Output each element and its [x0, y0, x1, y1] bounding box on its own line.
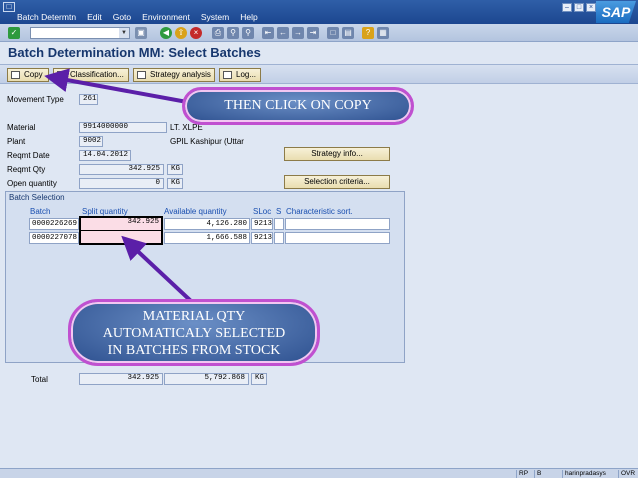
print-icon[interactable]: ⎙: [212, 27, 224, 39]
plant-field: 9002: [79, 136, 103, 147]
movement-type-field: 261: [79, 94, 98, 105]
strategy-analysis-button[interactable]: Strategy analysis: [133, 68, 215, 82]
menu-system[interactable]: System: [201, 12, 229, 22]
split-quantity-input[interactable]: [79, 231, 163, 245]
total-available-quantity: 5,792.868: [164, 373, 249, 385]
strategy-icon: [137, 71, 146, 79]
reqmt-date-label: Reqmt Date: [7, 151, 50, 160]
split-quantity-input[interactable]: 342.925: [79, 216, 163, 232]
strategy-info-button[interactable]: Strategy info...: [284, 147, 390, 161]
qty-hint-callout: MATERIAL QTY AUTOMATICALY SELECTED IN BA…: [68, 299, 320, 366]
shortcut-icon[interactable]: ▤: [342, 27, 354, 39]
total-label: Total: [31, 375, 48, 384]
window-controls: – □ ×: [562, 3, 596, 12]
command-field[interactable]: ▼: [30, 27, 130, 39]
menu-items: Batch Determtn Edit Goto Environment Sys…: [17, 12, 258, 22]
batch-selection-title: Batch Selection: [9, 193, 65, 202]
plant-label: Plant: [7, 137, 26, 146]
characteristic-sort-cell: [285, 218, 390, 230]
layout-menu-icon[interactable]: ▦: [377, 27, 389, 39]
sloc-cell: 9213: [251, 232, 273, 244]
help-icon[interactable]: ?: [362, 27, 374, 39]
save-icon[interactable]: ▣: [135, 27, 147, 39]
minimize-icon[interactable]: –: [562, 3, 572, 12]
plant-description: GPIL Kashipur (Uttar: [170, 137, 244, 146]
movement-type-label: Movement Type: [7, 95, 64, 104]
total-split-quantity: 342.925: [79, 373, 163, 385]
reqmt-qty-field: 342.925: [79, 164, 164, 175]
maximize-icon[interactable]: □: [574, 3, 584, 12]
selection-criteria-button[interactable]: Selection criteria...: [284, 175, 390, 189]
menu-edit[interactable]: Edit: [87, 12, 102, 22]
menu-help[interactable]: Help: [240, 12, 257, 22]
copy-button-label: Copy: [24, 70, 43, 79]
total-unit: KG: [251, 373, 267, 385]
exit-icon[interactable]: ⇧: [175, 27, 187, 39]
column-header-sloc[interactable]: SLoc: [253, 207, 271, 216]
last-page-icon[interactable]: ⇥: [307, 27, 319, 39]
column-header-s[interactable]: S: [276, 207, 281, 216]
status-bar: RP B harinpradasys OVR: [0, 468, 638, 478]
column-header-split-quantity[interactable]: Split quantity: [82, 207, 128, 216]
page-title: Batch Determination MM: Select Batches: [8, 45, 261, 60]
column-header-available-quantity[interactable]: Available quantity: [164, 207, 227, 216]
batch-cell: 0000226269: [29, 218, 79, 230]
log-icon: [223, 71, 232, 79]
qty-hint-line-2: AUTOMATICALY SELECTED: [102, 326, 286, 341]
input-mode[interactable]: OVR: [618, 470, 637, 478]
menu-environment[interactable]: Environment: [142, 12, 190, 22]
user-id: harinpradasys: [562, 470, 608, 478]
system-menu-icon[interactable]: □: [3, 2, 15, 12]
close-icon[interactable]: ×: [586, 3, 596, 12]
first-page-icon[interactable]: ⇤: [262, 27, 274, 39]
log-button-label: Log...: [236, 70, 257, 79]
characteristic-sort-cell: [285, 232, 390, 244]
new-session-icon[interactable]: □: [327, 27, 339, 39]
log-button[interactable]: Log...: [219, 68, 261, 82]
standard-toolbar: ✓ ▼ ▣ ◀ ⇧ × ⎙ ⚲ ⚲ ⇤ ← → ⇥ □ ▤ ? ▦: [0, 24, 638, 42]
strategy-analysis-button-label: Strategy analysis: [150, 70, 211, 79]
reqmt-qty-label: Reqmt Qty: [7, 165, 46, 174]
batch-cell: 0000227078: [29, 232, 79, 244]
open-qty-unit: KG: [167, 178, 183, 189]
available-quantity-cell: 1,666.588: [164, 232, 250, 244]
qty-hint-line-3: IN BATCHES FROM STOCK: [107, 343, 281, 358]
cancel-icon[interactable]: ×: [190, 27, 202, 39]
column-header-batch[interactable]: Batch: [30, 207, 50, 216]
copy-hint-callout: THEN CLICK ON COPY: [182, 87, 414, 125]
previous-page-icon[interactable]: ←: [277, 27, 289, 39]
open-qty-label: Open quantity: [7, 179, 57, 188]
classification-icon: [57, 71, 66, 79]
reqmt-qty-unit: KG: [167, 164, 183, 175]
back-icon[interactable]: ◀: [160, 27, 172, 39]
copy-icon: [11, 71, 20, 79]
menu-goto[interactable]: Goto: [113, 12, 131, 22]
reqmt-date-field: 14.04.2012: [79, 150, 131, 161]
classification-button[interactable]: Classification...: [53, 68, 129, 82]
chevron-down-icon[interactable]: ▼: [119, 28, 129, 38]
system-id: RP: [516, 470, 530, 478]
find-icon[interactable]: ⚲: [227, 27, 239, 39]
sloc-cell: 9213: [251, 218, 273, 230]
column-header-characteristic-sort[interactable]: Characteristic sort.: [286, 207, 353, 216]
material-label: Material: [7, 123, 36, 132]
next-page-icon[interactable]: →: [292, 27, 304, 39]
status-cell: [274, 218, 284, 230]
find-next-icon[interactable]: ⚲: [242, 27, 254, 39]
enter-icon[interactable]: ✓: [8, 27, 20, 39]
client-id: B: [534, 470, 543, 478]
open-qty-field: 0: [79, 178, 164, 189]
copy-button[interactable]: Copy: [7, 68, 49, 82]
status-cell: [274, 232, 284, 244]
sap-logo: SAP: [596, 1, 636, 23]
classification-button-label: Classification...: [70, 70, 124, 79]
application-toolbar: Copy Classification... Strategy analysis…: [0, 64, 638, 84]
menu-bar: □ Batch Determtn Edit Goto Environment S…: [0, 0, 638, 24]
qty-hint-line-1: MATERIAL QTY: [142, 309, 246, 324]
available-quantity-cell: 4,126.280: [164, 218, 250, 230]
material-field: 9914000000: [79, 122, 167, 133]
menu-batch-determtn[interactable]: Batch Determtn: [17, 12, 76, 22]
